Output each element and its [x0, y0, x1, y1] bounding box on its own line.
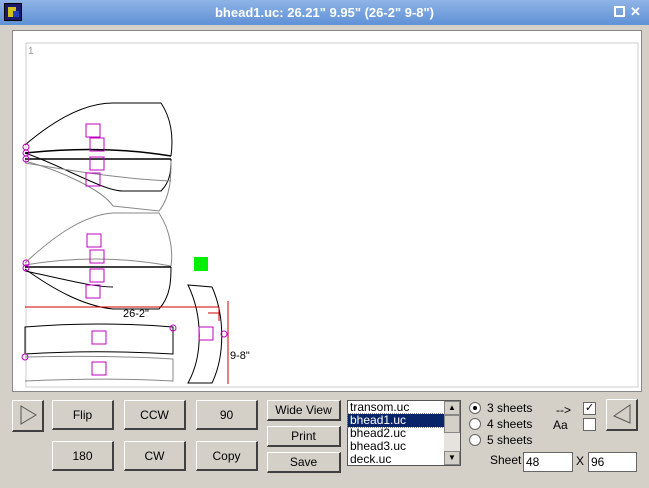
wide-view-button[interactable]: Wide View	[267, 400, 341, 421]
play-triangle-icon	[20, 405, 37, 425]
page-number: 1	[28, 46, 34, 57]
rotate-180-button[interactable]: 180	[52, 441, 114, 471]
radio-3-sheets[interactable]	[469, 402, 481, 414]
file-list-scrollbar[interactable]: ▲ ▼	[444, 401, 460, 465]
print-button[interactable]: Print	[267, 426, 341, 447]
reverse-button[interactable]	[606, 399, 638, 431]
save-button[interactable]: Save	[267, 452, 341, 473]
file-item[interactable]: deck.uc	[348, 453, 444, 466]
rotate-90-button[interactable]: 90	[196, 400, 258, 430]
page-border	[25, 42, 639, 388]
part-group-upper	[22, 102, 173, 212]
font-checkbox[interactable]	[583, 418, 596, 431]
flip-button[interactable]: Flip	[52, 400, 114, 430]
radio-4-sheets[interactable]	[469, 418, 481, 430]
part-side	[187, 284, 228, 384]
maximize-button[interactable]	[614, 6, 625, 17]
sheet-width-input[interactable]: 48	[523, 452, 573, 472]
part-group-middle	[22, 212, 173, 310]
reverse-triangle-icon	[612, 404, 630, 424]
arrow-option-label: -->	[556, 403, 571, 417]
label-4-sheets: 4 sheets	[487, 417, 533, 431]
scroll-down-icon[interactable]: ▼	[444, 451, 460, 465]
ccw-button[interactable]: CCW	[124, 400, 186, 430]
part-group-bottom	[21, 323, 177, 382]
radio-5-sheets[interactable]	[469, 434, 481, 446]
drawing-canvas[interactable]: 1 26-2" 9-8"	[12, 30, 642, 392]
arrow-checkbox[interactable]: ✓	[583, 402, 596, 415]
drawing-svg[interactable]: 1 26-2" 9-8"	[13, 31, 643, 393]
sheet-x-label: X	[576, 454, 585, 468]
cw-button[interactable]: CW	[124, 441, 186, 471]
label-5-sheets: 5 sheets	[487, 433, 533, 447]
title-bar: bhead1.uc: 26.21" 9.95" (26-2" 9-8") ✕	[0, 0, 649, 25]
file-list[interactable]: transom.uc bhead1.uc bhead2.uc bhead3.uc…	[347, 400, 461, 466]
label-3-sheets: 3 sheets	[487, 401, 533, 415]
close-button[interactable]: ✕	[630, 5, 641, 18]
scroll-up-icon[interactable]: ▲	[444, 401, 460, 415]
dimension-width-label: 26-2"	[123, 308, 149, 320]
sheet-label: Sheet	[490, 453, 522, 467]
play-button[interactable]	[12, 400, 44, 432]
sheet-height-input[interactable]: 96	[588, 452, 637, 472]
window-title: bhead1.uc: 26.21" 9.95" (26-2" 9-8")	[214, 5, 435, 20]
scroll-thumb[interactable]	[444, 415, 460, 433]
dimension-height-label: 9-8"	[230, 350, 250, 362]
font-option-label: Aa	[553, 418, 568, 432]
copy-button[interactable]: Copy	[196, 441, 258, 471]
selected-part-marker[interactable]	[194, 257, 208, 271]
